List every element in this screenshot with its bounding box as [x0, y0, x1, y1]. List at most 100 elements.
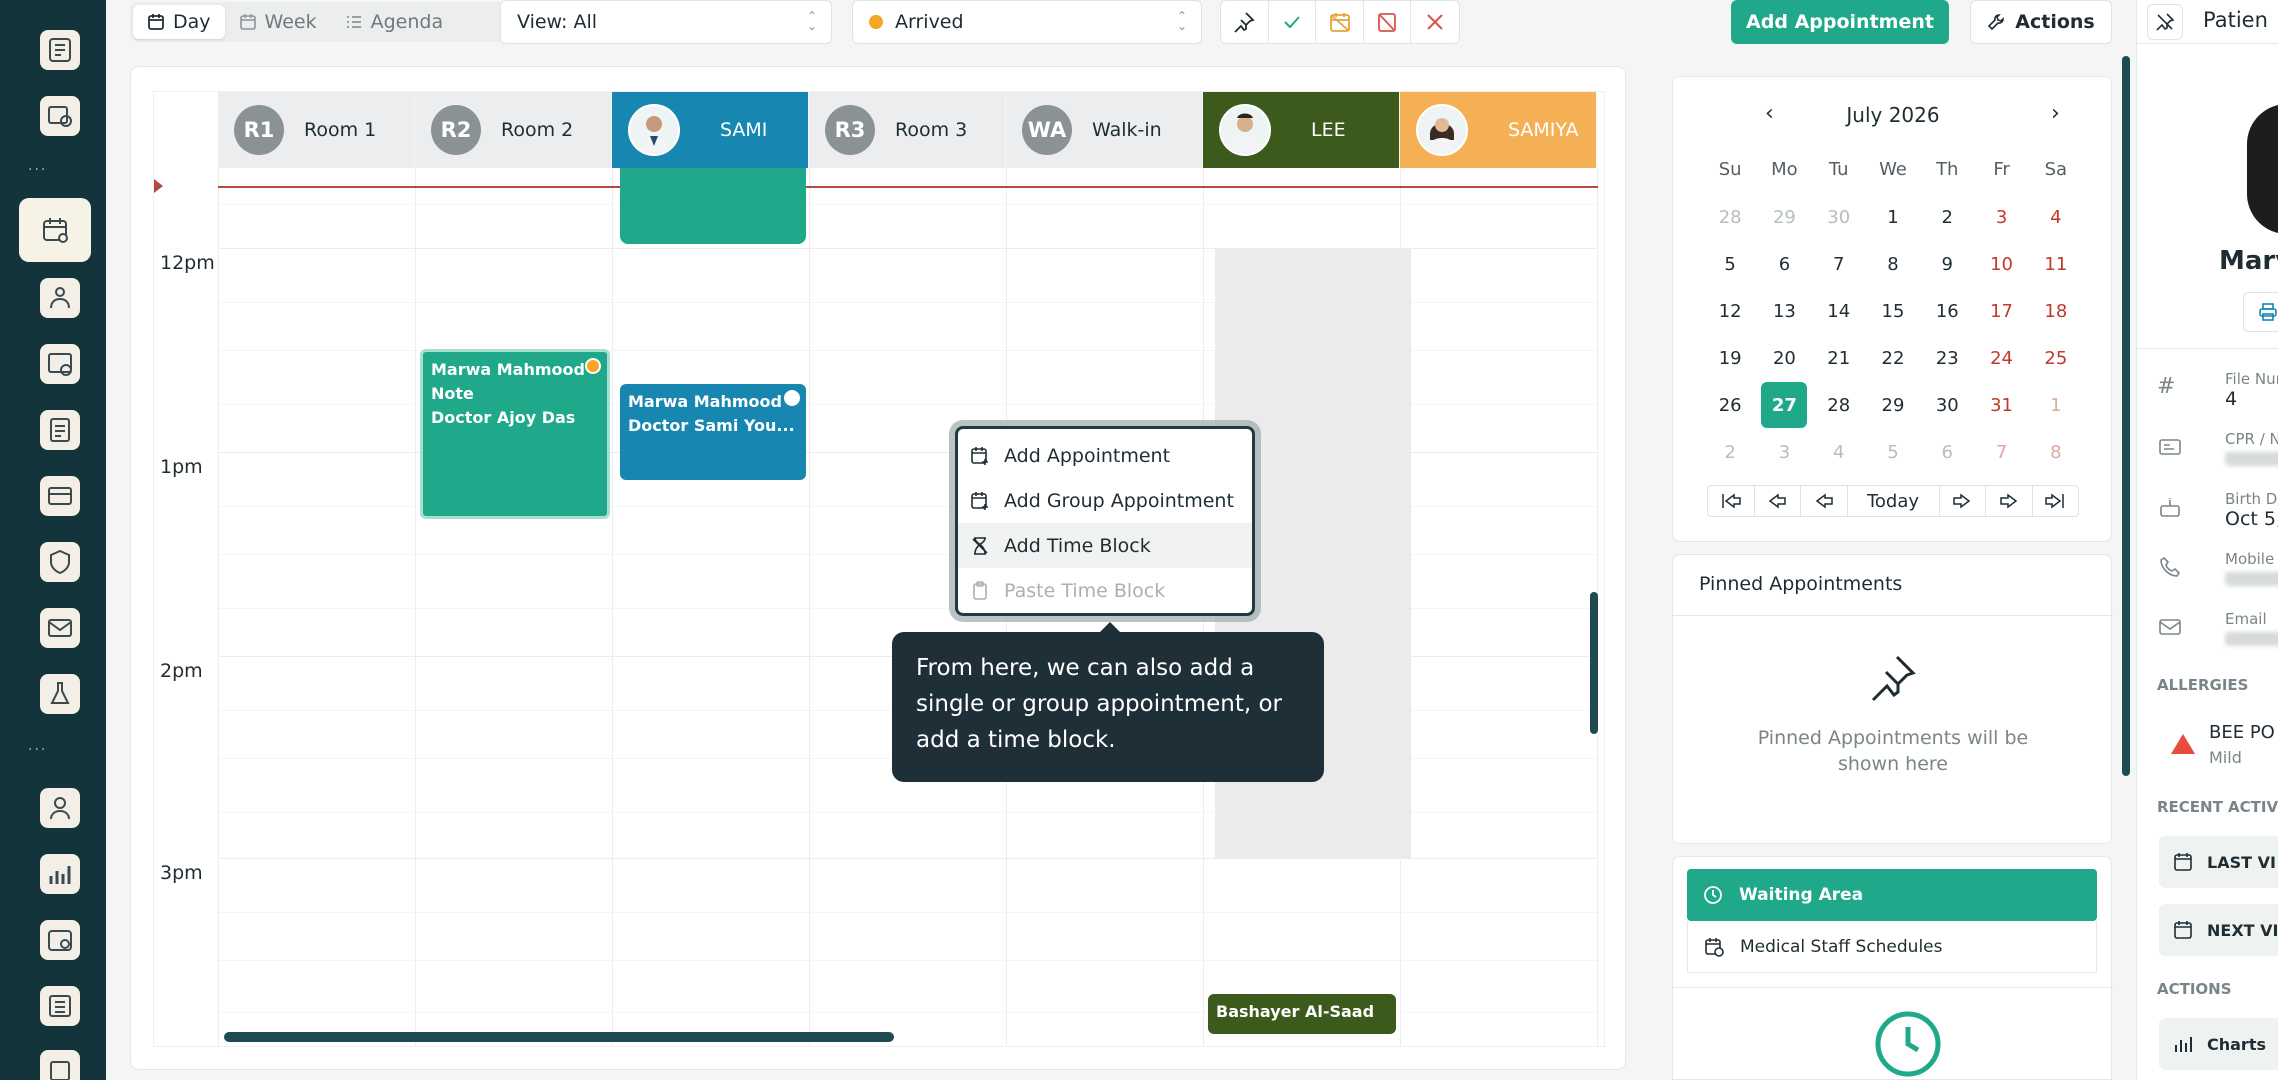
- last-visit-button[interactable]: LAST VI: [2159, 836, 2278, 888]
- calendar-day[interactable]: 15: [1866, 295, 1920, 328]
- appointment-card[interactable]: Marwa Mahmood Note Doctor Ajoy Das: [420, 349, 610, 519]
- calendar-day[interactable]: 25: [2029, 342, 2083, 375]
- charts-button[interactable]: Charts: [2159, 1018, 2278, 1070]
- actions-button[interactable]: Actions: [1970, 0, 2112, 44]
- column-room-3[interactable]: R3 Room 3: [809, 92, 1006, 168]
- vertical-scrollbar[interactable]: [1590, 592, 1598, 734]
- calendar-day[interactable]: 4: [1812, 436, 1866, 469]
- appointment-card[interactable]: Bashayer Al-Saad: [1208, 994, 1396, 1034]
- nav-dashboard-icon[interactable]: [40, 30, 80, 70]
- calendar-day[interactable]: 31: [1974, 389, 2028, 422]
- calendar-day[interactable]: 7: [1812, 248, 1866, 281]
- appointment-card[interactable]: [620, 168, 806, 244]
- nav-messages-icon[interactable]: [40, 608, 80, 648]
- nav-cards-icon[interactable]: [40, 476, 80, 516]
- calendar-day[interactable]: 2: [1920, 201, 1974, 234]
- tab-staff-schedules[interactable]: Medical Staff Schedules: [1687, 921, 2097, 973]
- calendar-day[interactable]: 1: [2029, 389, 2083, 422]
- menu-add-appointment[interactable]: Add Appointment: [958, 433, 1252, 478]
- nav-inventory-icon[interactable]: [40, 986, 80, 1026]
- calendar-day[interactable]: 28: [1703, 201, 1757, 234]
- calendar-day[interactable]: 6: [1920, 436, 1974, 469]
- column-doctor-sami[interactable]: SAMI: [612, 92, 809, 168]
- calendar-day[interactable]: 30: [1920, 389, 1974, 422]
- calendar-day[interactable]: 7: [1974, 436, 2028, 469]
- calendar-day[interactable]: 18: [2029, 295, 2083, 328]
- calendar-day[interactable]: 19: [1703, 342, 1757, 375]
- calendar-day[interactable]: 27: [1761, 382, 1808, 428]
- appointment-card[interactable]: Marwa Mahmood Doctor Sami You...: [620, 384, 806, 480]
- horizontal-scrollbar[interactable]: [224, 1032, 894, 1042]
- calendar-day[interactable]: 8: [2029, 436, 2083, 469]
- nav-insurance-icon[interactable]: [40, 542, 80, 582]
- calendar-day[interactable]: 22: [1866, 342, 1920, 375]
- forward-day-button[interactable]: [1940, 486, 1986, 516]
- nav-schedule-icon[interactable]: [40, 920, 80, 960]
- calendar-day[interactable]: 3: [1974, 201, 2028, 234]
- calendar-day[interactable]: 30: [1812, 201, 1866, 234]
- calendar-day[interactable]: 20: [1757, 342, 1811, 375]
- back-month-button[interactable]: [1708, 486, 1755, 516]
- cancel-button[interactable]: [1411, 1, 1459, 43]
- calendar-day[interactable]: 17: [1974, 295, 2028, 328]
- next-month-button[interactable]: ›: [2051, 101, 2060, 126]
- calendar-day[interactable]: 8: [1866, 248, 1920, 281]
- add-appointment-button[interactable]: Add Appointment: [1731, 0, 1949, 44]
- calendar-day[interactable]: 26: [1703, 389, 1757, 422]
- calendar-day[interactable]: 6: [1757, 248, 1811, 281]
- nav-staff-icon[interactable]: [40, 788, 80, 828]
- reschedule-button[interactable]: [1316, 1, 1364, 43]
- mark-arrived-button[interactable]: [1269, 1, 1317, 43]
- column-room-2[interactable]: R2 Room 2: [415, 92, 612, 168]
- sidebar-scrollbar[interactable]: [2122, 56, 2130, 776]
- calendar-day[interactable]: 23: [1920, 342, 1974, 375]
- no-show-button[interactable]: [1364, 1, 1412, 43]
- calendar-day[interactable]: 5: [1866, 436, 1920, 469]
- calendar-day[interactable]: 13: [1757, 295, 1811, 328]
- calendar-day[interactable]: 4: [2029, 201, 2083, 234]
- print-button[interactable]: [2243, 292, 2278, 332]
- forward-month-button[interactable]: [2033, 486, 2079, 516]
- calendar-day[interactable]: 29: [1757, 201, 1811, 234]
- status-select[interactable]: Arrived ⌃ ⌄: [852, 0, 1202, 44]
- nav-analytics-icon[interactable]: [40, 854, 80, 894]
- back-day-button[interactable]: [1801, 486, 1848, 516]
- calendar-day[interactable]: 16: [1920, 295, 1974, 328]
- column-doctor-lee[interactable]: LEE: [1203, 92, 1400, 168]
- calendar-day[interactable]: 28: [1812, 389, 1866, 422]
- nav-lab-icon[interactable]: [40, 674, 80, 714]
- calendar-day[interactable]: 1: [1866, 201, 1920, 234]
- calendar-day[interactable]: 2: [1703, 436, 1757, 469]
- pin-button[interactable]: [1221, 1, 1269, 43]
- nav-more-icon[interactable]: [40, 1050, 80, 1080]
- calendar-day[interactable]: 5: [1703, 248, 1757, 281]
- calendar-day[interactable]: 9: [1920, 248, 1974, 281]
- calendar-day[interactable]: 14: [1812, 295, 1866, 328]
- view-day-button[interactable]: Day: [133, 5, 225, 39]
- column-walk-in[interactable]: WA Walk-in: [1006, 92, 1203, 168]
- forward-week-button[interactable]: [1986, 486, 2033, 516]
- next-visit-button[interactable]: NEXT VI: [2159, 904, 2278, 956]
- nav-reports-icon[interactable]: [40, 410, 80, 450]
- view-week-button[interactable]: Week: [225, 5, 331, 39]
- column-doctor-samiya[interactable]: SAMIYA: [1400, 92, 1597, 168]
- nav-records-icon[interactable]: [40, 96, 80, 136]
- view-filter-select[interactable]: View: All ⌃ ⌄: [500, 0, 832, 44]
- menu-add-time-block[interactable]: Add Time Block: [958, 523, 1252, 568]
- nav-calendar-icon[interactable]: [19, 198, 91, 262]
- calendar-day[interactable]: 12: [1703, 295, 1757, 328]
- back-week-button[interactable]: [1755, 486, 1801, 516]
- calendar-day[interactable]: 3: [1757, 436, 1811, 469]
- calendar-day[interactable]: 24: [1974, 342, 2028, 375]
- menu-paste-time-block[interactable]: Paste Time Block: [958, 568, 1252, 613]
- calendar-day[interactable]: 29: [1866, 389, 1920, 422]
- tab-waiting-area[interactable]: Waiting Area: [1687, 869, 2097, 921]
- nav-patients-icon[interactable]: [40, 278, 80, 318]
- unpin-button[interactable]: [2147, 4, 2183, 40]
- menu-add-group-appointment[interactable]: Add Group Appointment: [958, 478, 1252, 523]
- column-room-1[interactable]: R1 Room 1: [218, 92, 415, 168]
- view-agenda-button[interactable]: Agenda: [331, 5, 458, 39]
- today-button[interactable]: Today: [1848, 486, 1940, 516]
- calendar-day[interactable]: 21: [1812, 342, 1866, 375]
- nav-billing-icon[interactable]: [40, 344, 80, 384]
